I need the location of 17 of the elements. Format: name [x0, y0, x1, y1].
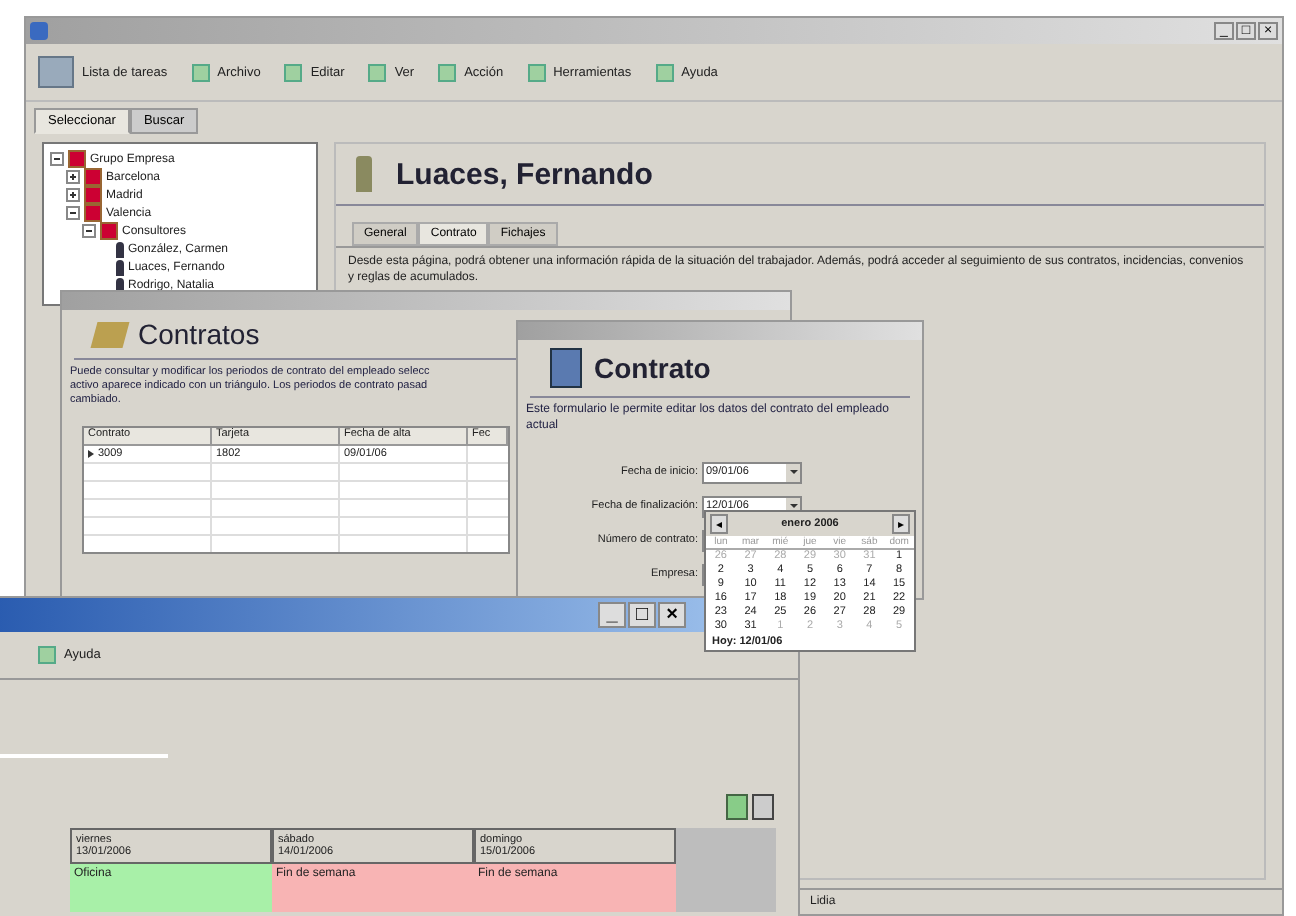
collapse-icon[interactable]	[82, 224, 96, 238]
document-icon	[550, 348, 582, 388]
collapse-icon[interactable]	[50, 152, 64, 166]
expand-icon[interactable]	[66, 170, 80, 184]
expand-icon[interactable]	[66, 188, 80, 202]
employee-name: Luaces, Fernando	[396, 157, 653, 191]
window-heading: Contratos	[138, 318, 260, 350]
window-control-button[interactable]: _	[598, 602, 626, 628]
app-icon	[30, 22, 48, 40]
window-control-button[interactable]: □	[628, 602, 656, 628]
window-control-button[interactable]: ×	[658, 602, 686, 628]
empty-area	[676, 828, 776, 912]
collapse-icon[interactable]	[66, 206, 80, 220]
window-heading: Contrato	[594, 352, 711, 384]
document-icon	[90, 321, 130, 347]
person-icon	[356, 156, 372, 192]
current-row-icon	[88, 450, 94, 459]
